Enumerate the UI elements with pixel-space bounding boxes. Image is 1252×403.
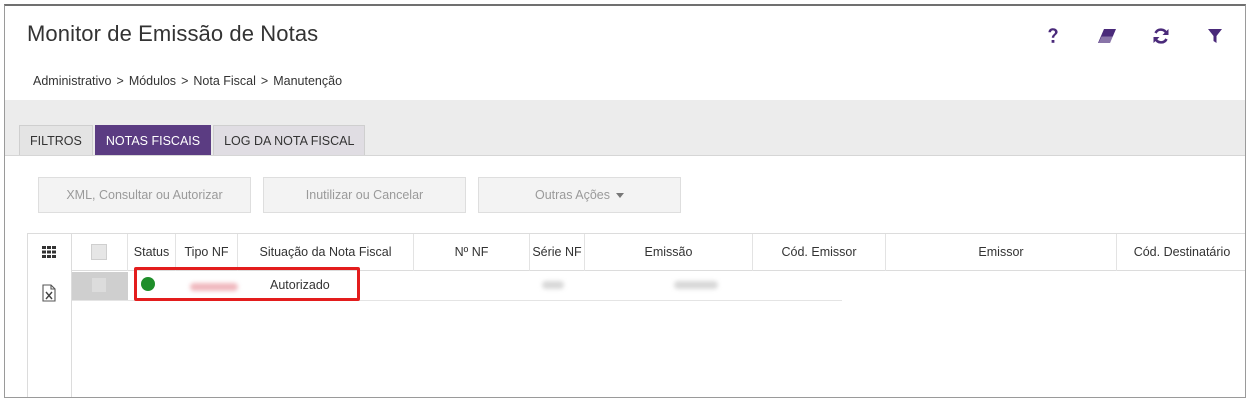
page-header: Monitor de Emissão de Notas <box>5 6 1245 62</box>
column-header-cod-destinatario[interactable]: Cód. Destinatário <box>1117 234 1245 271</box>
column-header-cod-emissor[interactable]: Cód. Emissor <box>753 234 886 271</box>
grid-side-toolbar <box>27 234 72 397</box>
tab-notas-fiscais[interactable]: NOTAS FISCAIS <box>94 125 212 155</box>
breadcrumb-item[interactable]: Nota Fiscal <box>193 74 256 88</box>
xml-consult-authorize-button[interactable]: XML, Consultar ou Autorizar <box>38 177 251 213</box>
filter-icon[interactable] <box>1203 24 1227 48</box>
breadcrumb-separator: > <box>181 74 189 88</box>
other-actions-label: Outras Ações <box>534 188 611 202</box>
page-title: Monitor de Emissão de Notas <box>27 21 319 46</box>
void-button-label: Inutilizar ou Cancelar <box>305 188 424 202</box>
select-all-cell <box>72 234 128 271</box>
column-header-numero-nf[interactable]: Nº NF <box>414 234 530 271</box>
redacted-emissao <box>674 281 718 289</box>
xml-button-label: XML, Consultar ou Autorizar <box>66 188 223 202</box>
caret-down-icon <box>616 192 625 198</box>
column-chooser-icon[interactable] <box>41 244 59 262</box>
tab-filtros[interactable]: FILTROS <box>19 125 93 155</box>
header-toolbar <box>1041 24 1227 48</box>
excel-export-icon[interactable] <box>41 284 59 302</box>
breadcrumb-item[interactable]: Administrativo <box>33 74 112 88</box>
refresh-icon[interactable] <box>1149 24 1173 48</box>
row-select-cell <box>72 272 128 300</box>
invoice-grid: Status Tipo NF Situação da Nota Fiscal N… <box>27 233 1245 397</box>
select-all-checkbox[interactable] <box>91 244 107 260</box>
tab-log-nota-fiscal[interactable]: LOG DA NOTA FISCAL <box>213 125 366 155</box>
column-header-situacao[interactable]: Situação da Nota Fiscal <box>238 234 414 271</box>
main-window: Monitor de Emissão de Notas Administrati… <box>4 4 1246 398</box>
redacted-serie-nf <box>542 281 564 289</box>
breadcrumb: Administrativo > Módulos > Nota Fiscal > Manut… <box>33 74 342 88</box>
breadcrumb-item: Manutenção <box>273 74 343 88</box>
column-header-emissor[interactable]: Emissor <box>886 234 1117 271</box>
table-header: Status Tipo NF Situação da Nota Fiscal N… <box>72 234 1245 271</box>
tab-bar: FILTROS NOTAS FISCAIS LOG DA NOTA FISCAL <box>19 125 367 155</box>
breadcrumb-separator: > <box>116 74 124 88</box>
eraser-icon[interactable] <box>1095 24 1119 48</box>
row-checkbox[interactable] <box>91 277 107 293</box>
help-icon[interactable] <box>1041 24 1065 48</box>
void-cancel-button[interactable]: Inutilizar ou Cancelar <box>263 177 466 213</box>
column-header-tipo-nf[interactable]: Tipo NF <box>176 234 238 271</box>
column-header-status[interactable]: Status <box>128 234 176 271</box>
column-header-serie-nf[interactable]: Série NF <box>530 234 585 271</box>
action-bar: XML, Consultar ou Autorizar Inutilizar o… <box>38 177 681 213</box>
highlight-box <box>134 267 360 301</box>
other-actions-button[interactable]: Outras Ações <box>478 177 681 213</box>
column-header-emissao[interactable]: Emissão <box>585 234 753 271</box>
breadcrumb-item[interactable]: Módulos <box>129 74 176 88</box>
breadcrumb-separator: > <box>260 74 269 88</box>
